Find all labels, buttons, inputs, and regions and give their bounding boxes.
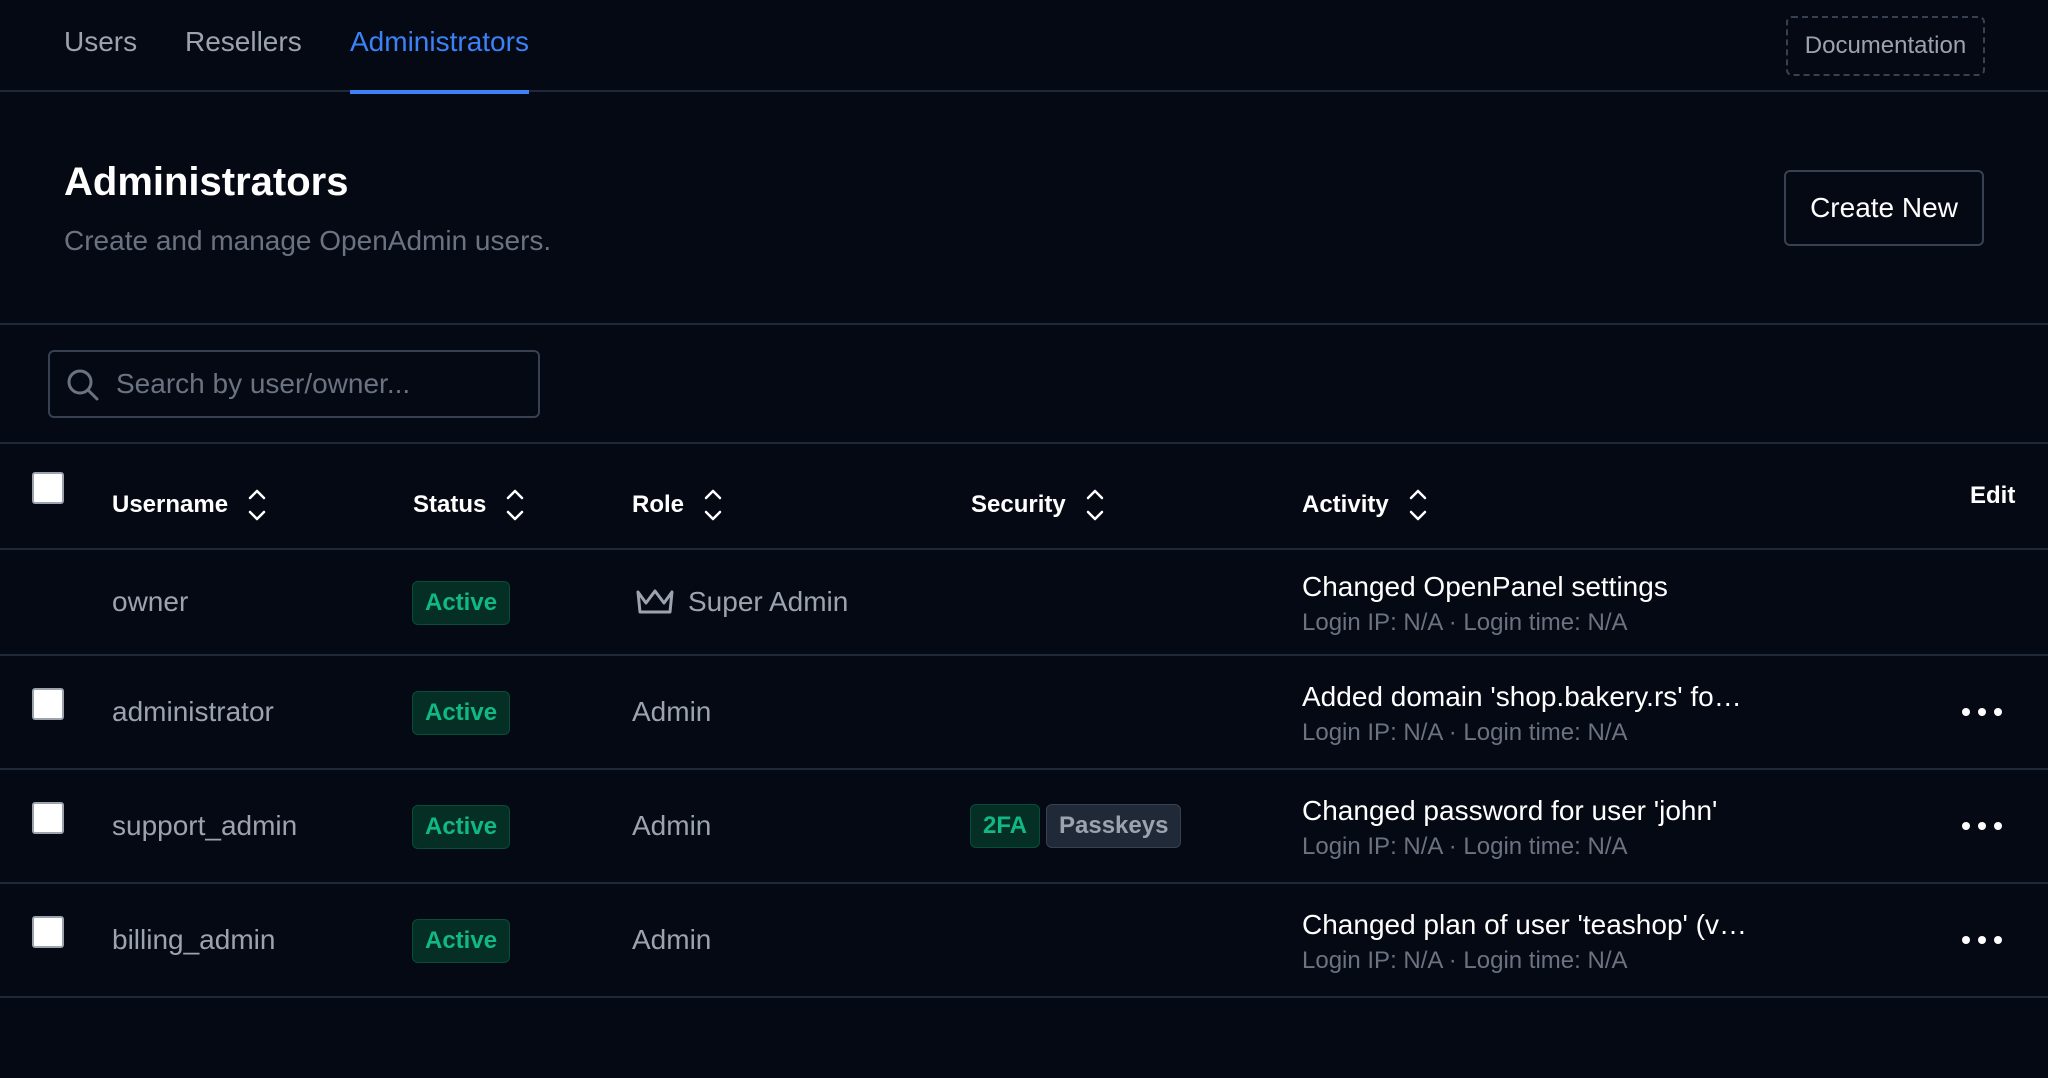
sort-icon[interactable]: [702, 482, 724, 528]
activity-meta: Login IP: N/A · Login time: N/A: [1302, 609, 1628, 636]
tab-resellers[interactable]: Resellers: [185, 26, 302, 92]
security-badge-2fa: 2FA: [970, 804, 1041, 848]
activity-meta: Login IP: N/A · Login time: N/A: [1302, 719, 1628, 746]
search-input[interactable]: [114, 362, 524, 406]
role-cell: Admin: [632, 924, 712, 955]
column-header-role[interactable]: Role: [632, 482, 724, 528]
search-icon: [67, 369, 99, 401]
search-box[interactable]: [48, 350, 540, 418]
column-header-security[interactable]: Security: [971, 482, 1106, 528]
status-badge: Active: [412, 805, 511, 849]
row-divider: [0, 768, 2048, 770]
username-cell: owner: [112, 586, 189, 617]
security-badge-passkeys: Passkeys: [1046, 804, 1182, 848]
sort-icon[interactable]: [246, 482, 268, 528]
header-divider: [0, 323, 2048, 325]
sort-icon[interactable]: [1407, 482, 1429, 528]
activity-meta: Login IP: N/A · Login time: N/A: [1302, 833, 1628, 860]
more-options-icon[interactable]: [1960, 700, 2004, 724]
sort-icon[interactable]: [504, 482, 526, 528]
column-header-label: Security: [971, 491, 1066, 518]
username-cell: billing_admin: [112, 924, 276, 955]
column-header-label: Role: [632, 491, 685, 518]
username-cell: administrator: [112, 696, 274, 727]
activity-meta: Login IP: N/A · Login time: N/A: [1302, 947, 1628, 974]
column-header-edit: Edit: [1970, 482, 2015, 510]
table-header-divider: [0, 548, 2048, 550]
documentation-button[interactable]: Documentation: [1786, 16, 1985, 76]
column-header-label: Edit: [1970, 482, 2016, 509]
column-header-label: Username: [112, 491, 229, 518]
activity-text: Added domain 'shop.bakery.rs' fo…: [1302, 681, 1742, 712]
row-checkbox[interactable]: [32, 802, 64, 834]
page-subtitle: Create and manage OpenAdmin users.: [64, 225, 552, 256]
row-divider: [0, 996, 2048, 998]
activity-text: Changed plan of user 'teashop' (v…: [1302, 909, 1747, 940]
sort-icon[interactable]: [1084, 482, 1106, 528]
top-nav: Users Resellers Administrators Documenta…: [0, 0, 2048, 94]
activity-text: Changed OpenPanel settings: [1302, 571, 1668, 602]
status-badge: Active: [412, 581, 511, 625]
role-cell: Admin: [632, 696, 712, 727]
row-divider: [0, 654, 2048, 656]
role-cell: Admin: [632, 810, 712, 841]
status-badge: Active: [412, 691, 511, 735]
page-title: Administrators: [64, 160, 349, 204]
tab-users[interactable]: Users: [64, 26, 137, 92]
more-options-icon[interactable]: [1960, 814, 2004, 838]
role-cell: Super Admin: [688, 586, 849, 617]
search-divider: [0, 442, 2048, 444]
column-header-status[interactable]: Status: [413, 482, 526, 528]
column-header-activity[interactable]: Activity: [1302, 482, 1429, 528]
more-options-icon[interactable]: [1960, 928, 2004, 952]
username-cell: support_admin: [112, 810, 298, 841]
row-checkbox[interactable]: [32, 916, 64, 948]
status-badge: Active: [412, 919, 511, 963]
create-new-button[interactable]: Create New: [1784, 170, 1984, 246]
column-header-username[interactable]: Username: [112, 482, 268, 528]
row-checkbox[interactable]: [32, 688, 64, 720]
column-header-label: Status: [413, 491, 487, 518]
crown-icon: [636, 589, 674, 614]
select-all-checkbox[interactable]: [32, 472, 64, 504]
row-divider: [0, 882, 2048, 884]
column-header-label: Activity: [1302, 491, 1389, 518]
tab-administrators[interactable]: Administrators: [350, 26, 529, 94]
activity-text: Changed password for user 'john': [1302, 795, 1718, 826]
